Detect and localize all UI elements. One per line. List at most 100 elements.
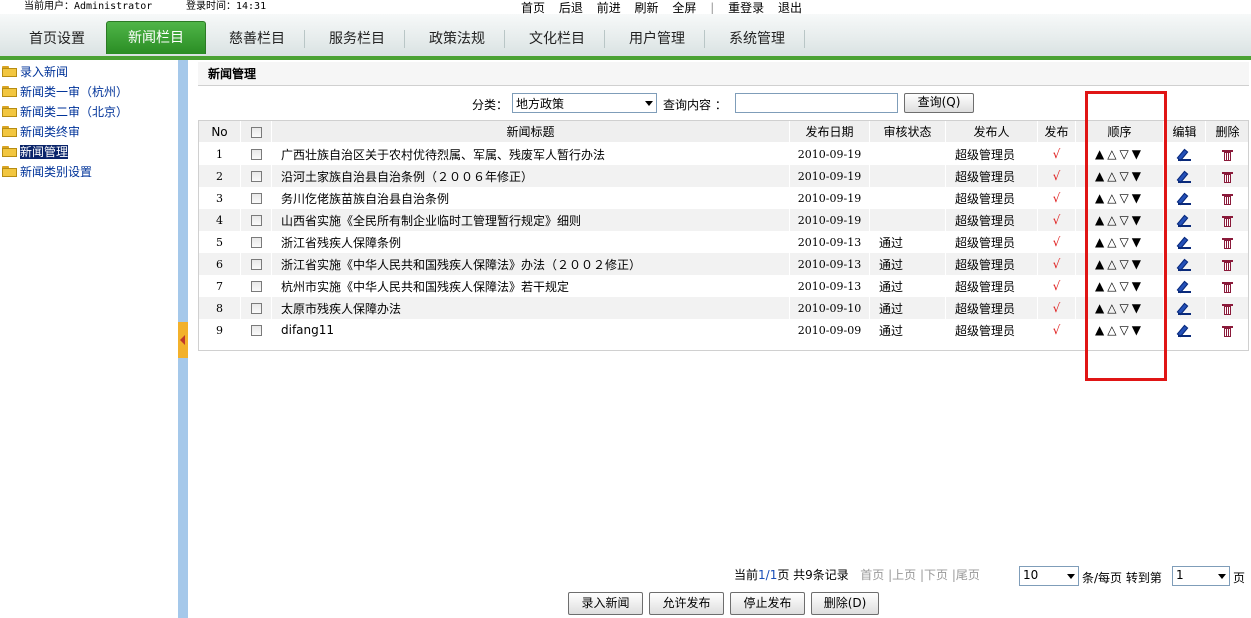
sidebar-item-category-settings[interactable]: 新闻类别设置 (0, 163, 92, 181)
news-title[interactable]: 杭州市实施《中华人民共和国残疾人保障法》若干规定 (271, 275, 790, 297)
edit-icon[interactable] (1178, 171, 1191, 183)
row-checkbox[interactable] (250, 237, 262, 248)
row-checkbox[interactable] (250, 325, 262, 336)
tab-system-management[interactable]: 系统管理 (712, 28, 802, 50)
sidebar-item-final-review[interactable]: 新闻类终审 (0, 123, 80, 141)
next-page-link[interactable]: 下页 (924, 568, 948, 582)
trash-icon[interactable] (1222, 325, 1233, 337)
goto-page-select[interactable]: 1 (1172, 566, 1230, 586)
tab-culture[interactable]: 文化栏目 (512, 28, 602, 50)
order-arrows[interactable]: ▲△▽▼ (1075, 187, 1164, 209)
trash-icon[interactable] (1222, 149, 1233, 161)
news-title[interactable]: 太原市残疾人保障办法 (271, 297, 790, 319)
tab-services[interactable]: 服务栏目 (312, 28, 402, 50)
trash-icon[interactable] (1222, 281, 1233, 293)
last-page-link[interactable]: 尾页 (956, 568, 980, 582)
select-all-checkbox[interactable] (250, 126, 262, 138)
tab-divider (504, 30, 505, 48)
tab-user-management[interactable]: 用户管理 (612, 28, 702, 50)
order-arrows[interactable]: ▲△▽▼ (1075, 297, 1164, 319)
order-arrows[interactable]: ▲△▽▼ (1075, 275, 1164, 297)
tab-policy[interactable]: 政策法规 (412, 28, 502, 50)
edit-icon[interactable] (1178, 281, 1191, 293)
logout-link[interactable]: 退出 (778, 1, 802, 15)
row-number: 9 (198, 319, 241, 341)
back-link[interactable]: 后退 (559, 1, 583, 15)
news-title[interactable]: 山西省实施《全民所有制企业临时工管理暂行规定》细则 (271, 209, 790, 231)
trash-icon[interactable] (1222, 215, 1233, 227)
review-status (869, 142, 946, 165)
order-arrows[interactable]: ▲△▽▼ (1075, 165, 1164, 187)
home-link[interactable]: 首页 (521, 1, 545, 15)
sidebar-item-news-management[interactable]: 新闻管理 (0, 143, 69, 161)
order-arrows[interactable]: ▲△▽▼ (1075, 142, 1164, 165)
fullscreen-link[interactable]: 全屏 (672, 1, 696, 15)
row-checkbox[interactable] (250, 303, 262, 314)
search-input[interactable] (735, 93, 898, 113)
tab-charity[interactable]: 慈善栏目 (212, 28, 302, 50)
news-title[interactable]: 务川仡佬族苗族自治县自治条例 (271, 187, 790, 209)
published-check-icon: √ (1037, 297, 1076, 319)
row-checkbox[interactable] (250, 149, 262, 160)
order-arrows[interactable]: ▲△▽▼ (1075, 253, 1164, 275)
stop-publish-button[interactable]: 停止发布 (730, 592, 805, 615)
col-order: 顺序 (1075, 120, 1164, 143)
edit-icon[interactable] (1178, 193, 1191, 205)
trash-icon[interactable] (1222, 237, 1233, 249)
sidebar-splitter[interactable] (178, 60, 188, 618)
news-title[interactable]: 广西壮族自治区关于农村优待烈属、军属、残废军人暂行办法 (271, 142, 790, 165)
add-news-button[interactable]: 录入新闻 (568, 592, 643, 615)
edit-icon[interactable] (1178, 215, 1191, 227)
filter-bar: 分类： 地方政策 查询内容 ： 查询(Q) (198, 91, 1249, 115)
edit-icon[interactable] (1178, 325, 1191, 337)
row-checkbox[interactable] (250, 259, 262, 270)
news-title[interactable]: difang11 (271, 319, 790, 341)
news-title[interactable]: 沿河土家族自治县自治条例（２００６年修正） (271, 165, 790, 187)
order-arrows[interactable]: ▲△▽▼ (1075, 319, 1164, 341)
delete-button[interactable]: 删除(D) (811, 592, 879, 615)
tab-home-settings[interactable]: 首页设置 (12, 28, 102, 50)
row-number: 4 (198, 209, 241, 231)
delete-cell (1205, 209, 1250, 231)
publish-date: 2010-09-13 (789, 275, 870, 297)
edit-cell (1163, 209, 1206, 231)
current-page: 1/1 (758, 568, 778, 582)
trash-icon[interactable] (1222, 171, 1233, 183)
sidebar-item-first-review[interactable]: 新闻类一审（杭州） (0, 83, 128, 101)
order-arrows[interactable]: ▲△▽▼ (1075, 231, 1164, 253)
news-title[interactable]: 浙江省实施《中华人民共和国残疾人保障法》办法（２００２修正） (271, 253, 790, 275)
trash-icon[interactable] (1222, 259, 1233, 271)
refresh-link[interactable]: 刷新 (635, 1, 659, 15)
relogin-link[interactable]: 重登录 (728, 1, 764, 15)
news-title[interactable]: 浙江省残疾人保障条例 (271, 231, 790, 253)
sidebar-item-second-review[interactable]: 新闻类二审（北京） (0, 103, 128, 121)
tab-news[interactable]: 新闻栏目 (106, 21, 206, 54)
edit-icon[interactable] (1178, 149, 1191, 161)
order-arrows[interactable]: ▲△▽▼ (1075, 209, 1164, 231)
allow-publish-button[interactable]: 允许发布 (649, 592, 724, 615)
panel-header: 新闻管理 (198, 62, 1249, 86)
row-checkbox[interactable] (250, 281, 262, 292)
row-select-cell (240, 231, 272, 253)
first-page-link[interactable]: 首页 (860, 568, 884, 582)
edit-icon[interactable] (1178, 237, 1191, 249)
sidebar: 录入新闻 新闻类一审（杭州） 新闻类二审（北京） 新闻类终审 新闻管理 新闻类别… (0, 60, 178, 618)
sidebar-item-add-news[interactable]: 录入新闻 (0, 63, 68, 81)
collapse-arrow-icon[interactable] (178, 322, 188, 358)
forward-link[interactable]: 前进 (597, 1, 621, 15)
page-size-select[interactable]: 10 (1019, 566, 1079, 586)
publisher: 超级管理员 (945, 231, 1038, 253)
prev-page-link[interactable]: 上页 (892, 568, 916, 582)
edit-icon[interactable] (1178, 303, 1191, 315)
row-checkbox[interactable] (250, 193, 262, 204)
row-checkbox[interactable] (250, 215, 262, 226)
col-publish: 发布 (1037, 120, 1076, 143)
chevron-down-icon (645, 101, 653, 106)
trash-icon[interactable] (1222, 193, 1233, 205)
row-checkbox[interactable] (250, 171, 262, 182)
category-select[interactable]: 地方政策 (512, 93, 657, 113)
trash-icon[interactable] (1222, 303, 1233, 315)
publisher: 超级管理员 (945, 142, 1038, 165)
query-button[interactable]: 查询(Q) (904, 93, 974, 113)
edit-icon[interactable] (1178, 259, 1191, 271)
